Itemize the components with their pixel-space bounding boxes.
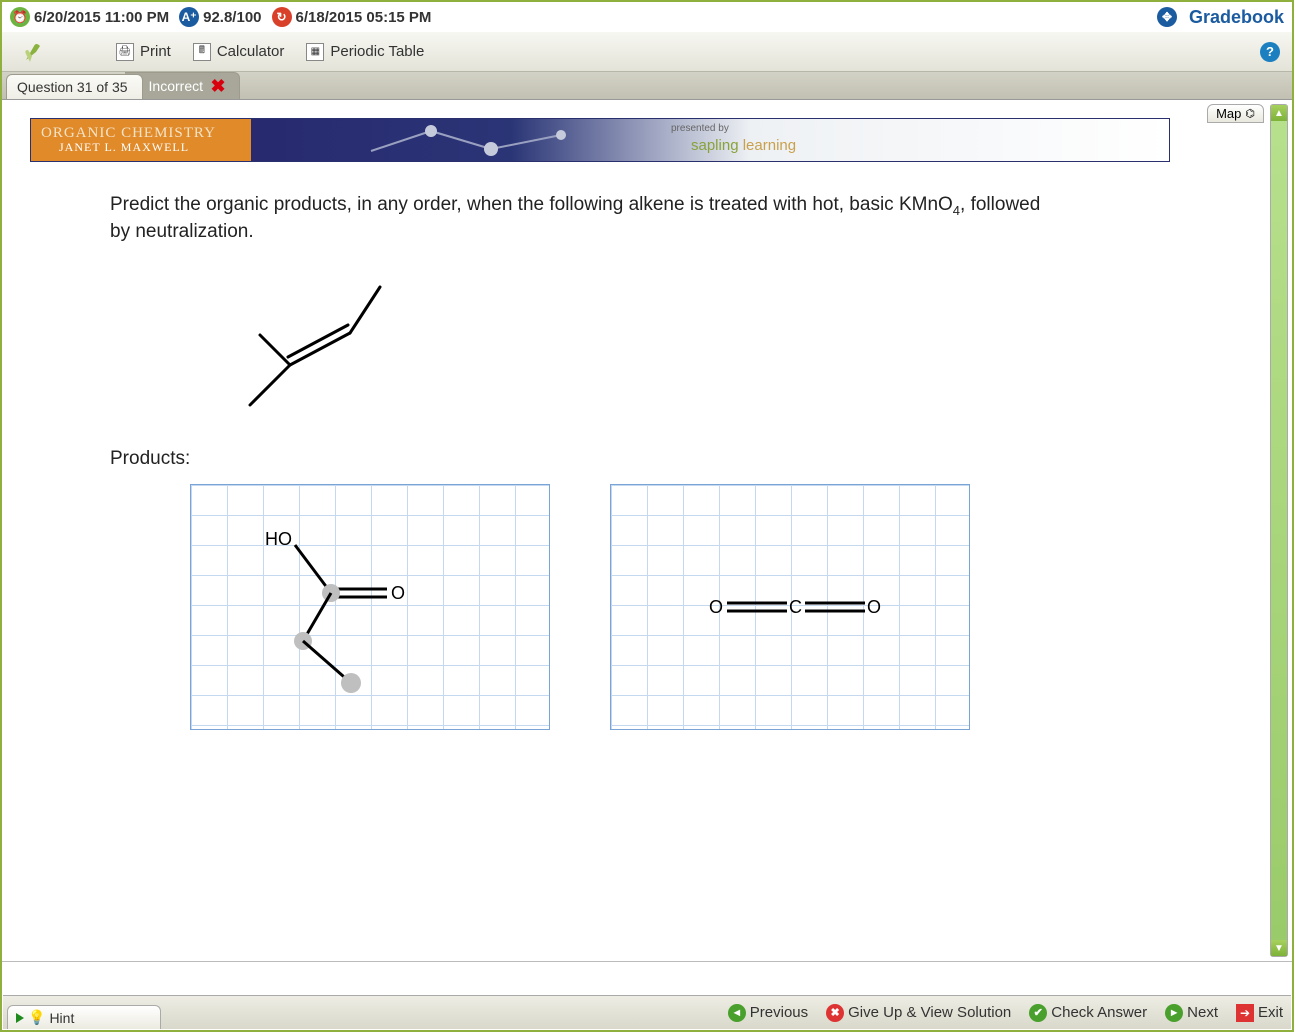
exit-icon: ➔ xyxy=(1236,1004,1254,1022)
product-drawing-area-1[interactable]: HO O xyxy=(190,484,550,730)
status-bar: ⏰ 6/20/2015 11:00 PM A⁺ 92.8/100 ↻ 6/18/… xyxy=(2,2,1292,32)
molecule-decoration-icon xyxy=(361,121,641,161)
give-up-label: Give Up & View Solution xyxy=(848,1004,1011,1021)
calculator-button[interactable]: 🖩 Calculator xyxy=(193,43,285,61)
next-button[interactable]: ► Next xyxy=(1165,1004,1218,1022)
reactant-structure xyxy=(230,275,1264,420)
print-label: Print xyxy=(140,43,171,60)
question-tab-label: Question 31 of 35 xyxy=(17,79,128,95)
question-status-label: Incorrect xyxy=(149,78,203,94)
sitemap-icon: ⌬ xyxy=(1245,107,1255,120)
periodic-table-label: Periodic Table xyxy=(330,43,424,60)
map-button[interactable]: Map ⌬ xyxy=(1207,104,1264,123)
hint-button[interactable]: 💡 Hint xyxy=(7,1005,161,1029)
next-label: Next xyxy=(1187,1004,1218,1021)
arrow-right-icon: ► xyxy=(1165,1004,1183,1022)
help-icon[interactable]: ? xyxy=(1260,42,1280,62)
grade-icon: A⁺ xyxy=(179,7,199,27)
content-pane: Map ⌬ ORGANIC CHEMISTRY JANET L. MAXWELL… xyxy=(2,100,1292,962)
label-o-right: O xyxy=(867,597,881,617)
map-label: Map xyxy=(1216,106,1241,121)
arrow-left-icon: ◄ xyxy=(728,1004,746,1022)
lightbulb-icon: 💡 xyxy=(28,1009,45,1026)
grade-value: 92.8/100 xyxy=(203,9,261,26)
scroll-track[interactable] xyxy=(1271,121,1287,940)
check-icon: ✔ xyxy=(1029,1004,1047,1022)
check-label: Check Answer xyxy=(1051,1004,1147,1021)
previous-button[interactable]: ◄ Previous xyxy=(728,1004,808,1022)
gradebook-link[interactable]: Gradebook xyxy=(1189,7,1284,28)
label-o: O xyxy=(391,583,405,603)
label-c: C xyxy=(789,597,802,617)
cancel-icon: ✖ xyxy=(826,1004,844,1022)
periodic-table-button[interactable]: ▦ Periodic Table xyxy=(306,43,424,61)
question-text: Predict the organic products, in any ord… xyxy=(110,192,1050,245)
clock-icon: ⏰ xyxy=(10,7,30,27)
bottom-bar: 💡 Hint ◄ Previous ✖ Give Up & View Solut… xyxy=(3,995,1291,1029)
scroll-up-button[interactable]: ▲ xyxy=(1271,105,1287,121)
brand-label: sapling learning xyxy=(691,137,796,154)
label-o-left: O xyxy=(709,597,723,617)
label-ho: HO xyxy=(265,529,292,549)
play-icon xyxy=(16,1013,24,1023)
hint-label: Hint xyxy=(49,1010,74,1026)
presented-by-label: presented by xyxy=(671,123,729,134)
course-banner: ORGANIC CHEMISTRY JANET L. MAXWELL prese… xyxy=(30,118,1170,162)
product-drawing-area-2[interactable]: O C O xyxy=(610,484,970,730)
products-label: Products: xyxy=(110,448,1264,470)
sapling-leaf-icon xyxy=(22,40,46,64)
check-answer-button[interactable]: ✔ Check Answer xyxy=(1029,1004,1147,1022)
incorrect-x-icon: ✖ xyxy=(209,77,227,95)
last-attempt: 6/18/2015 05:15 PM xyxy=(296,9,432,26)
print-button[interactable]: 🖨 Print xyxy=(116,43,171,61)
question-tab-row: Question 31 of 35 Incorrect ✖ xyxy=(2,72,1292,100)
exit-button[interactable]: ➔ Exit xyxy=(1236,1004,1283,1022)
course-author: JANET L. MAXWELL xyxy=(59,140,216,155)
printer-icon: 🖨 xyxy=(116,43,134,61)
due-date: 6/20/2015 11:00 PM xyxy=(34,9,169,26)
periodic-table-icon: ▦ xyxy=(306,43,324,61)
give-up-button[interactable]: ✖ Give Up & View Solution xyxy=(826,1004,1011,1022)
scroll-down-button[interactable]: ▼ xyxy=(1271,940,1287,956)
attempt-icon: ↻ xyxy=(272,7,292,27)
calculator-icon: 🖩 xyxy=(193,43,211,61)
calculator-label: Calculator xyxy=(217,43,285,60)
previous-label: Previous xyxy=(750,1004,808,1021)
toolbar: 🖨 Print 🖩 Calculator ▦ Periodic Table ? xyxy=(2,32,1292,72)
move-icon[interactable]: ✥ xyxy=(1157,7,1177,27)
exit-label: Exit xyxy=(1258,1004,1283,1021)
question-tab[interactable]: Question 31 of 35 xyxy=(6,74,143,99)
vertical-scrollbar[interactable]: ▲ ▼ xyxy=(1270,104,1288,957)
